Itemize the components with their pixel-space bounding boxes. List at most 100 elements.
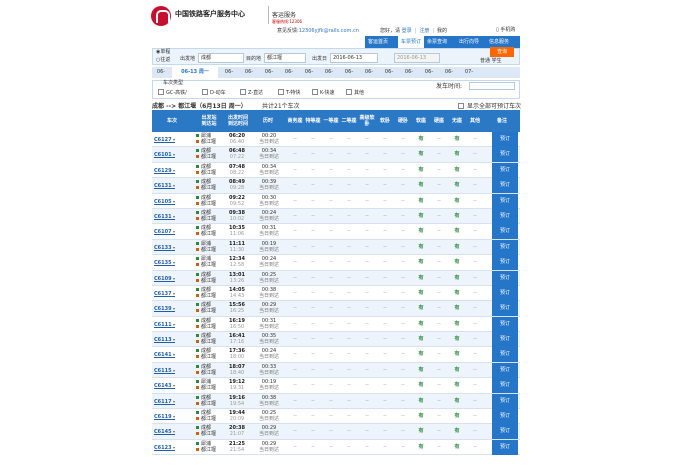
date-tab[interactable]: 06-13 周一 <box>172 67 218 78</box>
book-button[interactable]: 预订 <box>492 224 518 240</box>
book-button[interactable]: 预订 <box>492 393 518 409</box>
train-number-link[interactable]: C6127 <box>154 132 175 147</box>
to-station[interactable]: 都江堰 <box>196 370 216 376</box>
filter-z[interactable]: Z-直达 <box>240 89 263 96</box>
to-station[interactable]: 都江堰 <box>196 401 216 407</box>
date-tab[interactable]: 06- <box>152 67 170 78</box>
filter-t[interactable]: T-特快 <box>278 89 300 96</box>
book-button[interactable]: 预订 <box>492 162 518 178</box>
to-station[interactable]: 都江堰 <box>196 154 216 160</box>
train-number-link[interactable]: C6123 <box>154 440 175 455</box>
nav-item-remaining-tickets[interactable]: 余票查询 <box>427 36 457 48</box>
nav-item-booking[interactable]: 车票预订 <box>398 36 424 48</box>
to-station[interactable]: 都江堰 <box>196 185 216 191</box>
nav-item-home[interactable]: 客运首页 <box>368 36 396 48</box>
filter-gc[interactable]: GC-高铁/ <box>158 89 187 96</box>
date-tab[interactable]: 06- <box>260 67 278 78</box>
date-tab[interactable]: 06- <box>380 67 398 78</box>
date-tab[interactable]: 06- <box>220 67 238 78</box>
book-button[interactable]: 预订 <box>492 301 518 317</box>
book-button[interactable]: 预订 <box>492 132 518 147</box>
book-button[interactable]: 预订 <box>492 409 518 425</box>
to-station[interactable]: 都江堰 <box>196 308 216 314</box>
to-station[interactable]: 都江堰 <box>196 247 216 253</box>
train-number-link[interactable]: C6137 <box>154 286 175 301</box>
search-button[interactable]: 查询 <box>490 47 514 57</box>
to-station[interactable]: 都江堰 <box>196 339 216 345</box>
train-number-link[interactable]: C6117 <box>154 394 175 409</box>
book-button[interactable]: 预订 <box>492 193 518 209</box>
date-tab[interactable]: 06- <box>300 67 318 78</box>
book-button[interactable]: 预订 <box>492 285 518 301</box>
train-number-link[interactable]: C6129 <box>154 163 175 178</box>
train-number-link[interactable]: C6131 <box>154 178 175 193</box>
to-station[interactable]: 都江堰 <box>196 139 216 145</box>
date-tab[interactable]: 06- <box>280 67 298 78</box>
date-tab[interactable]: 06- <box>440 67 458 78</box>
book-button[interactable]: 预订 <box>492 255 518 271</box>
feedback-email-link[interactable]: 12306yjfk@rails.com.cn <box>299 28 359 34</box>
filter-d[interactable]: D-动车 <box>202 89 226 96</box>
book-button[interactable]: 预订 <box>492 316 518 332</box>
from-station-input[interactable]: 成都 <box>198 53 244 63</box>
to-station[interactable]: 都江堰 <box>196 293 216 299</box>
book-button[interactable]: 预订 <box>492 332 518 348</box>
passenger-type[interactable]: 普通 学生 <box>480 57 502 64</box>
date-tab[interactable]: 07- <box>460 67 478 78</box>
filter-other[interactable]: 其他 <box>346 89 364 96</box>
train-number-link[interactable]: C6143 <box>154 378 175 393</box>
filter-k[interactable]: K-快速 <box>312 89 335 96</box>
train-number-link[interactable]: C6131 <box>154 209 175 224</box>
train-number-link[interactable]: C6141 <box>154 347 175 362</box>
train-number-link[interactable]: C6111 <box>154 317 175 332</box>
to-station[interactable]: 都江堰 <box>196 278 216 284</box>
show-all-checkbox[interactable]: 显示全部可预订车次 <box>458 101 521 110</box>
to-station[interactable]: 都江堰 <box>196 447 216 453</box>
date-tab[interactable]: 06- <box>240 67 258 78</box>
depart-time-select[interactable] <box>469 82 515 90</box>
date-tab[interactable]: 06- <box>340 67 358 78</box>
trip-round-radio[interactable]: ○往返 <box>156 56 170 64</box>
return-date-input[interactable]: 2016-06-13 <box>394 53 440 63</box>
train-number-link[interactable]: C6109 <box>154 271 175 286</box>
date-tab[interactable]: 06- <box>360 67 378 78</box>
book-button[interactable]: 预订 <box>492 378 518 394</box>
to-station[interactable]: 都江堰 <box>196 416 216 422</box>
login-link[interactable]: 登录 <box>402 28 412 34</box>
trip-single-radio[interactable]: ◉单程 <box>156 48 170 56</box>
date-tab[interactable]: 06- <box>400 67 418 78</box>
book-button[interactable]: 预订 <box>492 362 518 378</box>
to-station[interactable]: 都江堰 <box>196 354 216 360</box>
date-input[interactable]: 2016-06-13 <box>330 53 378 63</box>
mobile-link[interactable]: ▯ 手机购 <box>496 26 515 33</box>
train-number-link[interactable]: C6105 <box>154 194 175 209</box>
my-account-menu[interactable]: 我的 <box>437 28 447 34</box>
to-station[interactable]: 都江堰 <box>196 201 216 207</box>
book-button[interactable]: 预订 <box>492 239 518 255</box>
to-station[interactable]: 都江堰 <box>196 216 216 222</box>
book-button[interactable]: 预订 <box>492 147 518 163</box>
train-number-link[interactable]: C6107 <box>154 224 175 239</box>
register-link[interactable]: 注册 <box>419 28 429 34</box>
date-tab[interactable]: 06- <box>320 67 338 78</box>
book-button[interactable]: 预订 <box>492 270 518 286</box>
book-button[interactable]: 预订 <box>492 424 518 440</box>
to-station[interactable]: 都江堰 <box>196 385 216 391</box>
nav-item-travel-guide[interactable]: 出行向导 <box>459 36 487 48</box>
book-button[interactable]: 预订 <box>492 178 518 194</box>
date-tab[interactable]: 06- <box>420 67 438 78</box>
to-station[interactable]: 都江堰 <box>196 262 216 268</box>
train-number-link[interactable]: C6139 <box>154 301 175 316</box>
book-button[interactable]: 预订 <box>492 347 518 363</box>
train-number-link[interactable]: C6119 <box>154 409 175 424</box>
train-number-link[interactable]: C6115 <box>154 363 175 378</box>
to-station[interactable]: 都江堰 <box>196 170 216 176</box>
to-station[interactable]: 都江堰 <box>196 431 216 437</box>
book-button[interactable]: 预订 <box>492 439 518 455</box>
book-button[interactable]: 预订 <box>492 208 518 224</box>
train-number-link[interactable]: C6145 <box>154 424 175 439</box>
train-number-link[interactable]: C6113 <box>154 332 175 347</box>
train-number-link[interactable]: C6135 <box>154 255 175 270</box>
to-station[interactable]: 都江堰 <box>196 231 216 237</box>
train-number-link[interactable]: C6133 <box>154 240 175 255</box>
